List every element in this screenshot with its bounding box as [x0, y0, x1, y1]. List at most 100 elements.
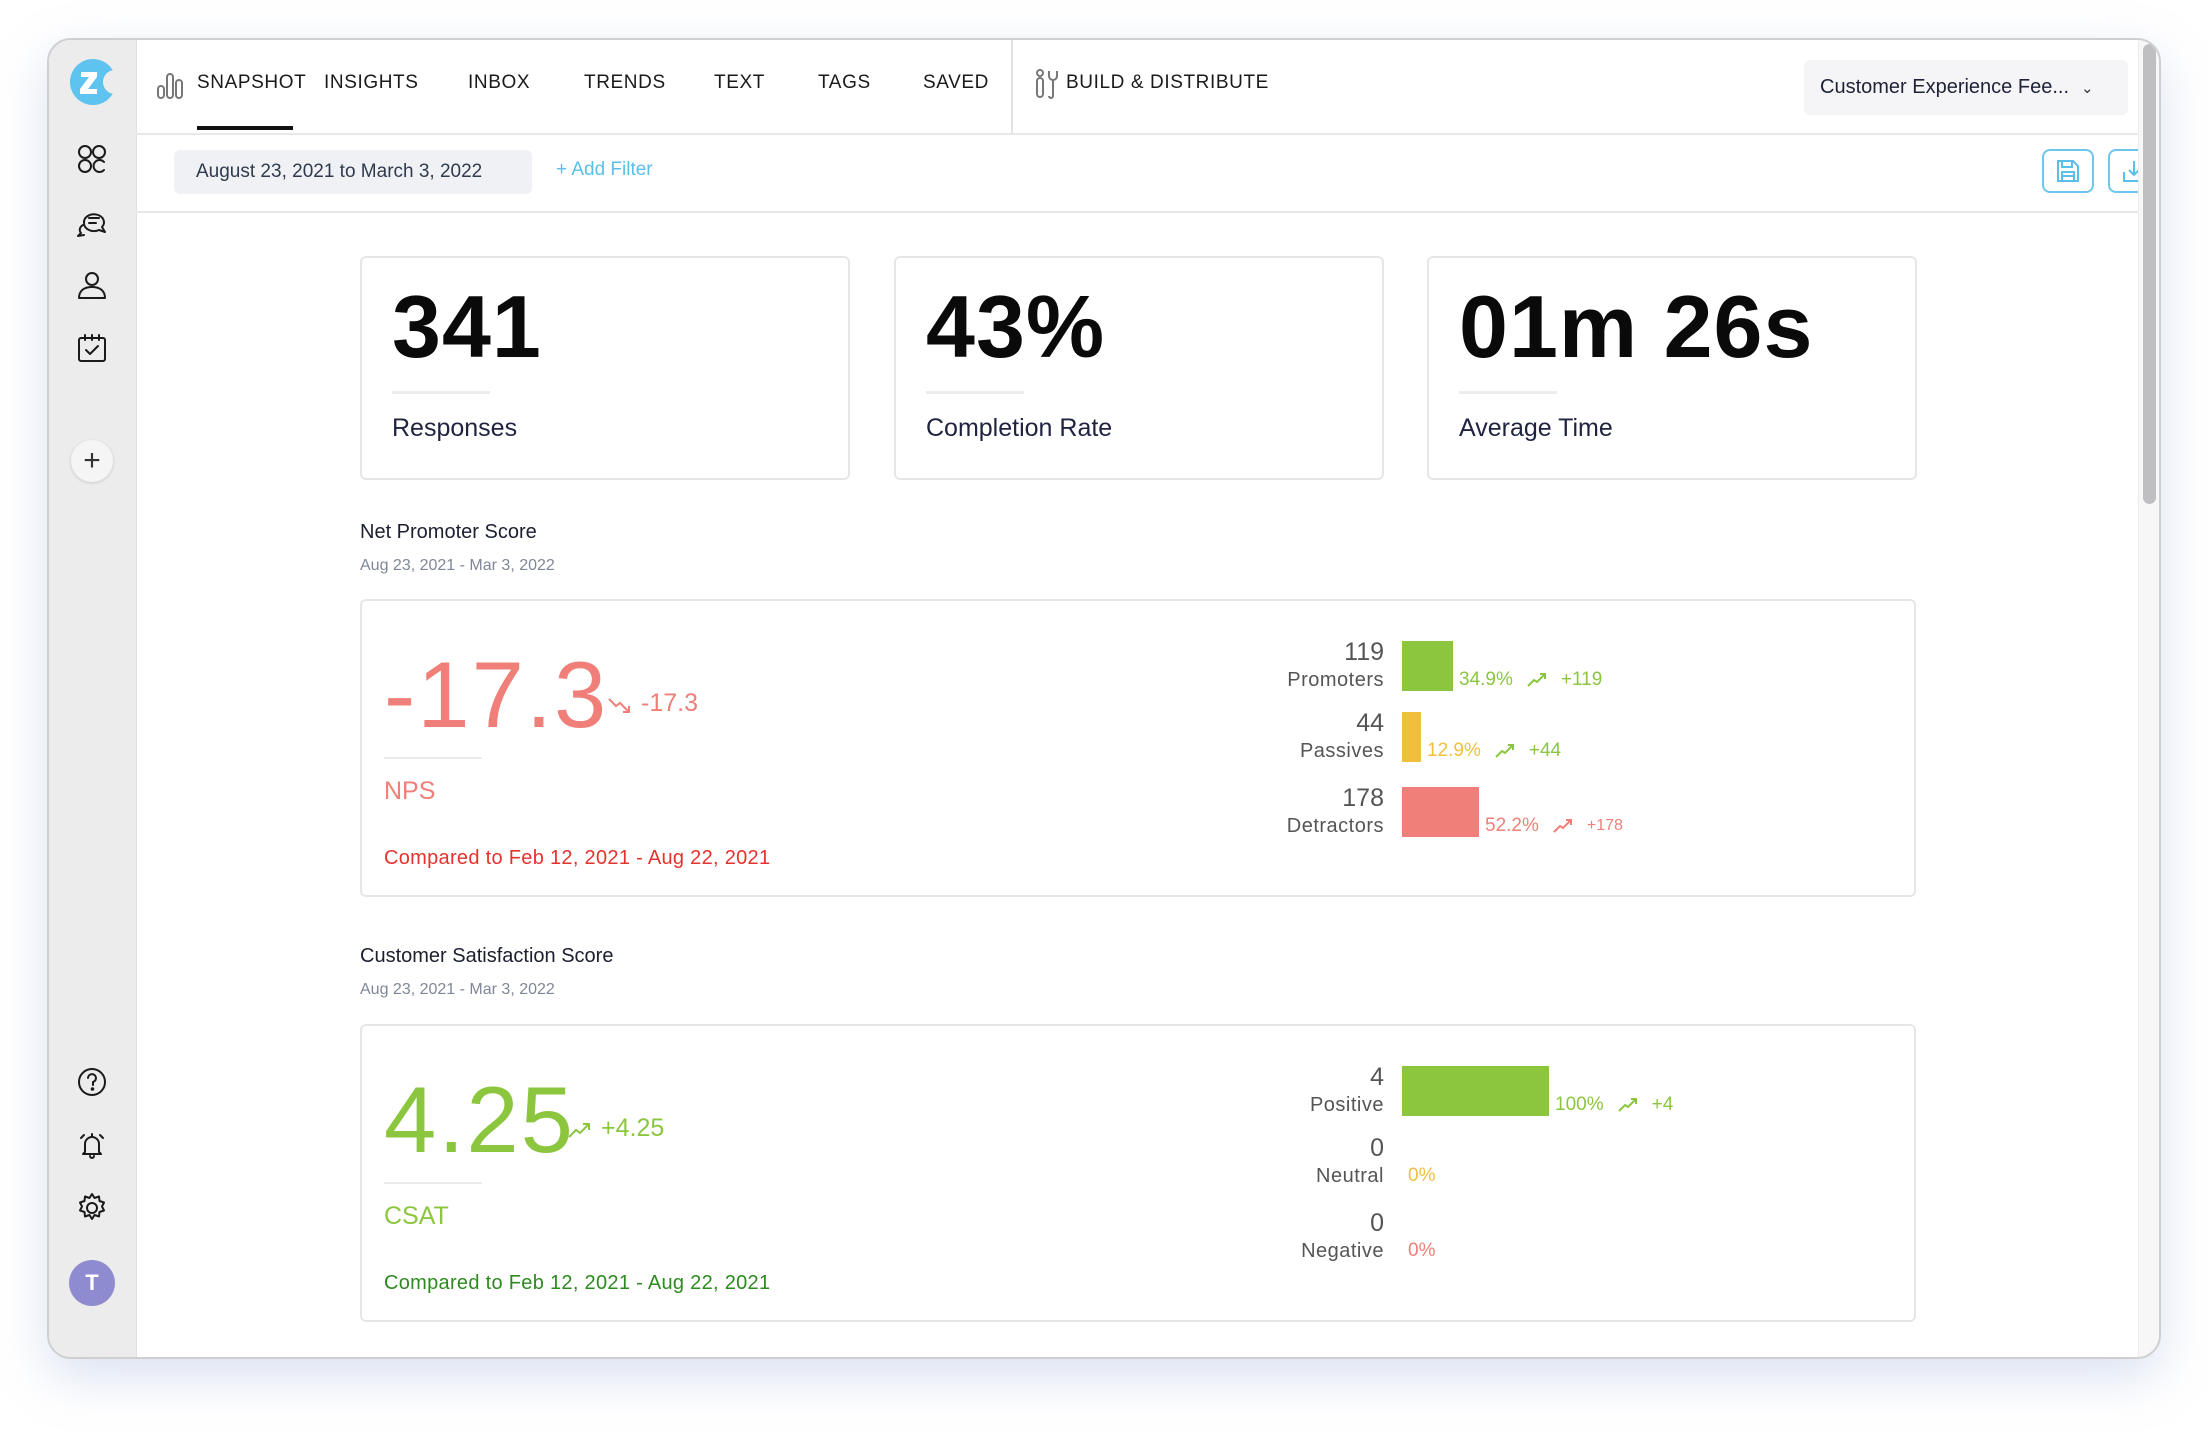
nps-compare-text: Compared to Feb 12, 2021 - Aug 22, 2021 — [384, 847, 771, 869]
avatar[interactable]: T — [69, 1260, 115, 1306]
sidebar-item-contacts[interactable] — [73, 266, 111, 304]
sidebar-item-settings[interactable] — [73, 1189, 111, 1227]
add-filter-button[interactable]: + Add Filter — [556, 159, 653, 181]
scrollbar-thumb[interactable] — [2143, 44, 2156, 504]
sidebar-item-conversations[interactable] — [73, 203, 111, 241]
nps-row-label: Promoters — [1287, 669, 1384, 691]
csat-section-title: Customer Satisfaction Score — [360, 945, 614, 967]
save-button[interactable] — [2042, 149, 2094, 193]
nps-row-count: 119 — [1344, 638, 1384, 666]
help-icon — [78, 1068, 106, 1096]
nps-row-stats: 52.2% +178 — [1485, 815, 1623, 837]
nps-row-change: +119 — [1560, 669, 1603, 690]
csat-row-count: 0 — [1370, 1209, 1384, 1237]
nps-row-percent: 12.9% — [1427, 740, 1481, 761]
chat-icon — [77, 213, 106, 237]
app-window: + T SNAPSHOT INSIGHTS INBOX TRENDS TEXT … — [47, 38, 2161, 1359]
trend-up-icon — [1527, 673, 1546, 687]
scrollbar[interactable] — [2138, 40, 2159, 1357]
csat-row-stats: 0% — [1408, 1165, 1435, 1187]
nps-row-change: +44 — [1528, 740, 1562, 761]
tab-trends[interactable]: TRENDS — [584, 72, 666, 94]
bell-icon — [80, 1133, 104, 1159]
stat-value: 341 — [392, 277, 542, 376]
trend-down-icon — [608, 697, 630, 713]
csat-row-percent: 0% — [1408, 1240, 1436, 1261]
csat-bar-positive — [1402, 1066, 1549, 1116]
csat-row-percent: 0% — [1408, 1165, 1436, 1186]
csat-compare-text: Compared to Feb 12, 2021 - Aug 22, 2021 — [384, 1272, 771, 1294]
sidebar-item-tasks[interactable] — [73, 329, 111, 367]
user-icon — [78, 272, 106, 299]
stat-value: 01m 26s — [1459, 277, 1814, 376]
csat-row-count: 4 — [1370, 1063, 1384, 1091]
nps-row-percent: 34.9% — [1459, 669, 1513, 690]
tab-text[interactable]: TEXT — [714, 72, 765, 94]
nps-row-label: Detractors — [1286, 815, 1384, 837]
logo-icon[interactable] — [69, 58, 117, 106]
trend-up-icon — [1617, 1098, 1637, 1112]
sidebar-item-dashboard[interactable] — [73, 140, 111, 178]
csat-card: 4.25 +4.25 CSAT Compared to Feb 12, 2021… — [360, 1024, 1916, 1322]
trend-up-icon — [1495, 744, 1514, 758]
stat-card-completion-rate: 43% Completion Rate — [894, 256, 1384, 480]
stat-label: Responses — [392, 414, 518, 442]
calendar-check-icon — [78, 334, 106, 362]
csat-row-label: Negative — [1301, 1240, 1384, 1262]
tab-insights[interactable]: INSIGHTS — [324, 72, 419, 94]
stat-divider — [926, 391, 1024, 394]
save-icon — [2057, 160, 2079, 182]
main-area: SNAPSHOT INSIGHTS INBOX TRENDS TEXT TAGS… — [136, 40, 2159, 1357]
nps-row-change: +178 — [1586, 817, 1623, 834]
nps-row-stats: 12.9% +44 — [1427, 740, 1561, 762]
add-button[interactable]: + — [71, 440, 113, 482]
stat-card-responses: 341 Responses — [360, 256, 850, 480]
csat-section-date: Aug 23, 2021 - Mar 3, 2022 — [360, 981, 555, 998]
csat-row-count: 0 — [1370, 1134, 1384, 1162]
sidebar-item-help[interactable] — [73, 1063, 111, 1101]
stat-card-average-time: 01m 26s Average Time — [1427, 256, 1917, 480]
csat-divider — [384, 1182, 482, 1184]
tab-build-distribute[interactable]: BUILD & DISTRIBUTE — [1066, 72, 1269, 94]
survey-select[interactable]: Customer Experience Fee... ⌄ — [1804, 60, 2128, 115]
tab-saved[interactable]: SAVED — [923, 72, 989, 94]
stat-value: 43% — [926, 277, 1106, 376]
nps-trend: -17.3 — [607, 689, 698, 718]
tab-snapshot[interactable]: SNAPSHOT — [197, 72, 306, 94]
csat-row-label: Positive — [1309, 1094, 1384, 1116]
nps-row-stats: 34.9% +119 — [1459, 669, 1602, 691]
nps-row-count: 178 — [1342, 784, 1384, 812]
nps-row-count: 44 — [1356, 709, 1384, 737]
date-range-picker[interactable]: August 23, 2021 to March 3, 2022 — [174, 150, 532, 194]
stat-divider — [1459, 391, 1557, 394]
csat-row-stats: 0% — [1408, 1240, 1435, 1262]
top-nav: SNAPSHOT INSIGHTS INBOX TRENDS TEXT TAGS… — [136, 40, 2159, 135]
nps-bar-promoters — [1402, 641, 1453, 691]
nps-bar-passives — [1402, 712, 1421, 762]
tools-icon — [1036, 69, 1058, 99]
nps-label: NPS — [384, 777, 436, 805]
nps-bar-detractors — [1402, 787, 1479, 837]
stat-label: Average Time — [1459, 414, 1613, 442]
sidebar: + T — [49, 40, 137, 1357]
csat-row-label: Neutral — [1316, 1165, 1384, 1187]
nps-section-title: Net Promoter Score — [360, 521, 537, 543]
tab-inbox[interactable]: INBOX — [468, 72, 530, 94]
survey-select-value: Customer Experience Fee... — [1820, 76, 2069, 98]
csat-row-stats: 100% +4 — [1555, 1094, 1673, 1116]
csat-row-change: +4 — [1651, 1094, 1674, 1115]
stat-label: Completion Rate — [926, 414, 1113, 442]
snapshot-icon — [157, 73, 183, 99]
nps-divider — [384, 757, 482, 759]
gear-icon — [79, 1193, 105, 1220]
nav-divider — [1011, 40, 1013, 133]
trend-up-icon — [1553, 819, 1572, 833]
nps-trend-value: -17.3 — [641, 689, 698, 717]
grid-icon — [78, 145, 106, 173]
sidebar-item-notifications[interactable] — [73, 1126, 111, 1164]
nps-card: -17.3 -17.3 NPS Compared to Feb 12, 2021… — [360, 599, 1916, 897]
stat-divider — [392, 391, 490, 394]
csat-trend-value: +4.25 — [601, 1114, 665, 1142]
csat-trend: +4.25 — [567, 1114, 664, 1143]
tab-tags[interactable]: TAGS — [818, 72, 871, 94]
